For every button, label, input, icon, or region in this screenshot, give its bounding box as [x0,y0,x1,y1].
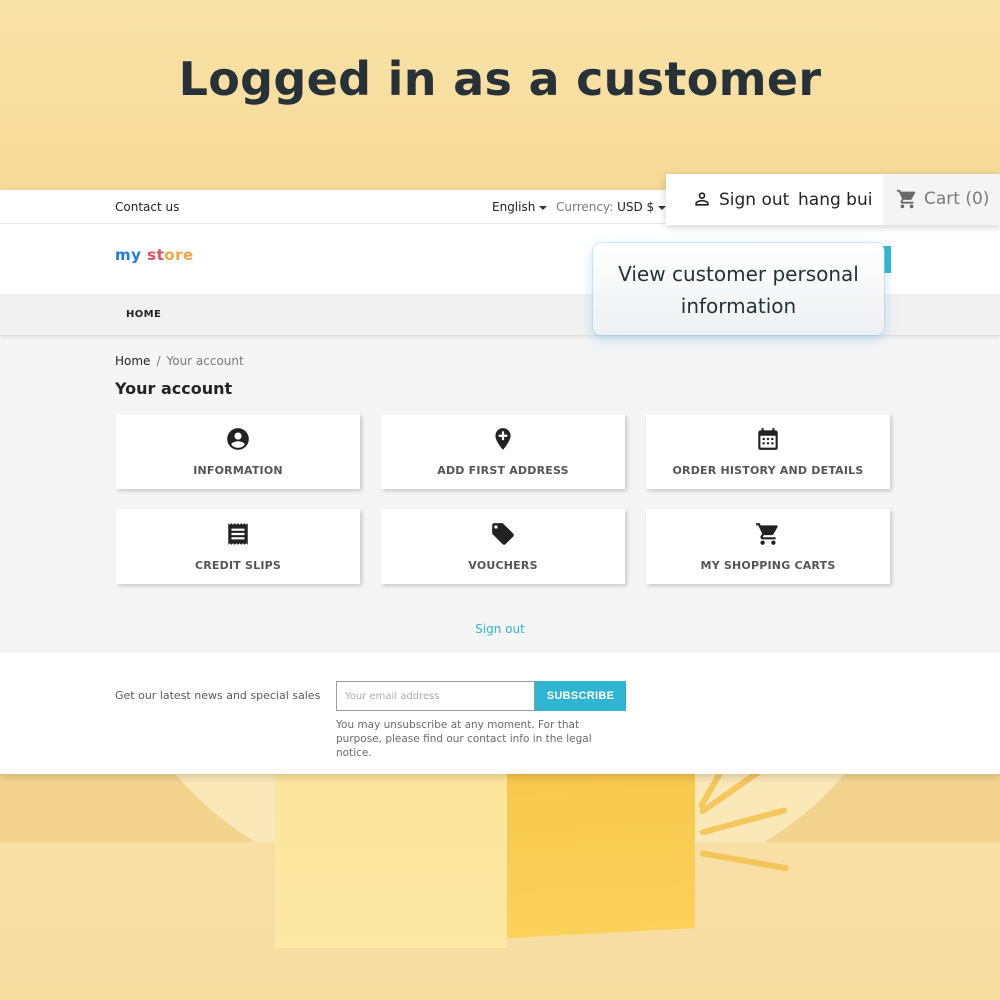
cart-icon [896,189,916,209]
logo-part: st [147,246,165,264]
calendar-icon [758,428,778,450]
tile-label: CREDIT SLIPS [194,559,282,572]
cart-button[interactable]: Cart (0) [883,174,1000,225]
account-bar: Sign out hang bui Cart (0) [666,174,1000,225]
subscribe-button[interactable]: SUBSCRIBE [535,681,626,711]
tile-shopping-carts[interactable]: MY SHOPPING CARTS [646,509,890,584]
tile-add-address[interactable]: ADD FIRST ADDRESS [381,414,625,489]
tile-label: MY SHOPPING CARTS [700,559,836,572]
signout-link[interactable]: Sign out [0,622,1000,636]
tooltip-line: information [680,294,797,318]
email-input[interactable]: Your email address [336,681,535,711]
breadcrumb-home[interactable]: Home [115,354,150,368]
legal-text: You may unsubscribe at any moment. For t… [336,719,592,759]
breadcrumb-current: Your account [166,354,244,368]
tile-information[interactable]: INFORMATION [116,414,360,489]
page-title: Your account [115,379,233,398]
box-left-face [275,770,507,948]
language-label: English [492,200,536,214]
currency-selector[interactable]: Currency: USD $ [556,200,667,214]
logo-part: my [115,246,142,264]
tile-label: ORDER HISTORY AND DETAILS [672,464,864,477]
cart-label: Cart (0) [924,189,990,209]
newsletter-text: Get our latest news and special sales [115,689,321,702]
currency-label: Currency: [556,200,614,214]
tooltip-line: View customer personal [618,262,859,286]
tile-credit-slips[interactable]: CREDIT SLIPS [116,509,360,584]
tooltip-callout: View customer personal information [593,243,884,335]
language-selector[interactable]: English [492,200,548,214]
account-circle-icon [227,428,249,450]
tile-label: INFORMATION [193,464,283,477]
tile-vouchers[interactable]: VOUCHERS [381,509,625,584]
caret-down-icon [658,205,667,210]
tag-icon [492,523,514,545]
customer-name-link[interactable]: hang bui [798,190,872,210]
currency-value: USD $ [617,200,655,214]
store-logo[interactable]: my store [115,246,194,264]
add-location-icon [495,428,511,450]
headline: Logged in as a customer [178,52,822,106]
background-bottom [0,770,1000,1000]
header-signout[interactable]: Sign out [719,190,789,210]
box-right-face [507,770,695,938]
breadcrumb: Home / Your account [115,354,244,368]
cart-icon [756,523,778,545]
footer-newsletter: Get our latest news and special sales Yo… [0,653,1000,774]
tile-label: ADD FIRST ADDRESS [437,464,569,477]
caret-down-icon [539,205,548,210]
tile-order-history[interactable]: ORDER HISTORY AND DETAILS [646,414,890,489]
breadcrumb-separator: / [156,354,161,368]
receipt-icon [228,523,248,545]
logo-part: ore [164,246,194,264]
contact-link[interactable]: Contact us [115,200,179,214]
nav-home[interactable]: HOME [126,309,161,320]
user-icon [695,192,709,206]
tile-label: VOUCHERS [468,559,538,572]
